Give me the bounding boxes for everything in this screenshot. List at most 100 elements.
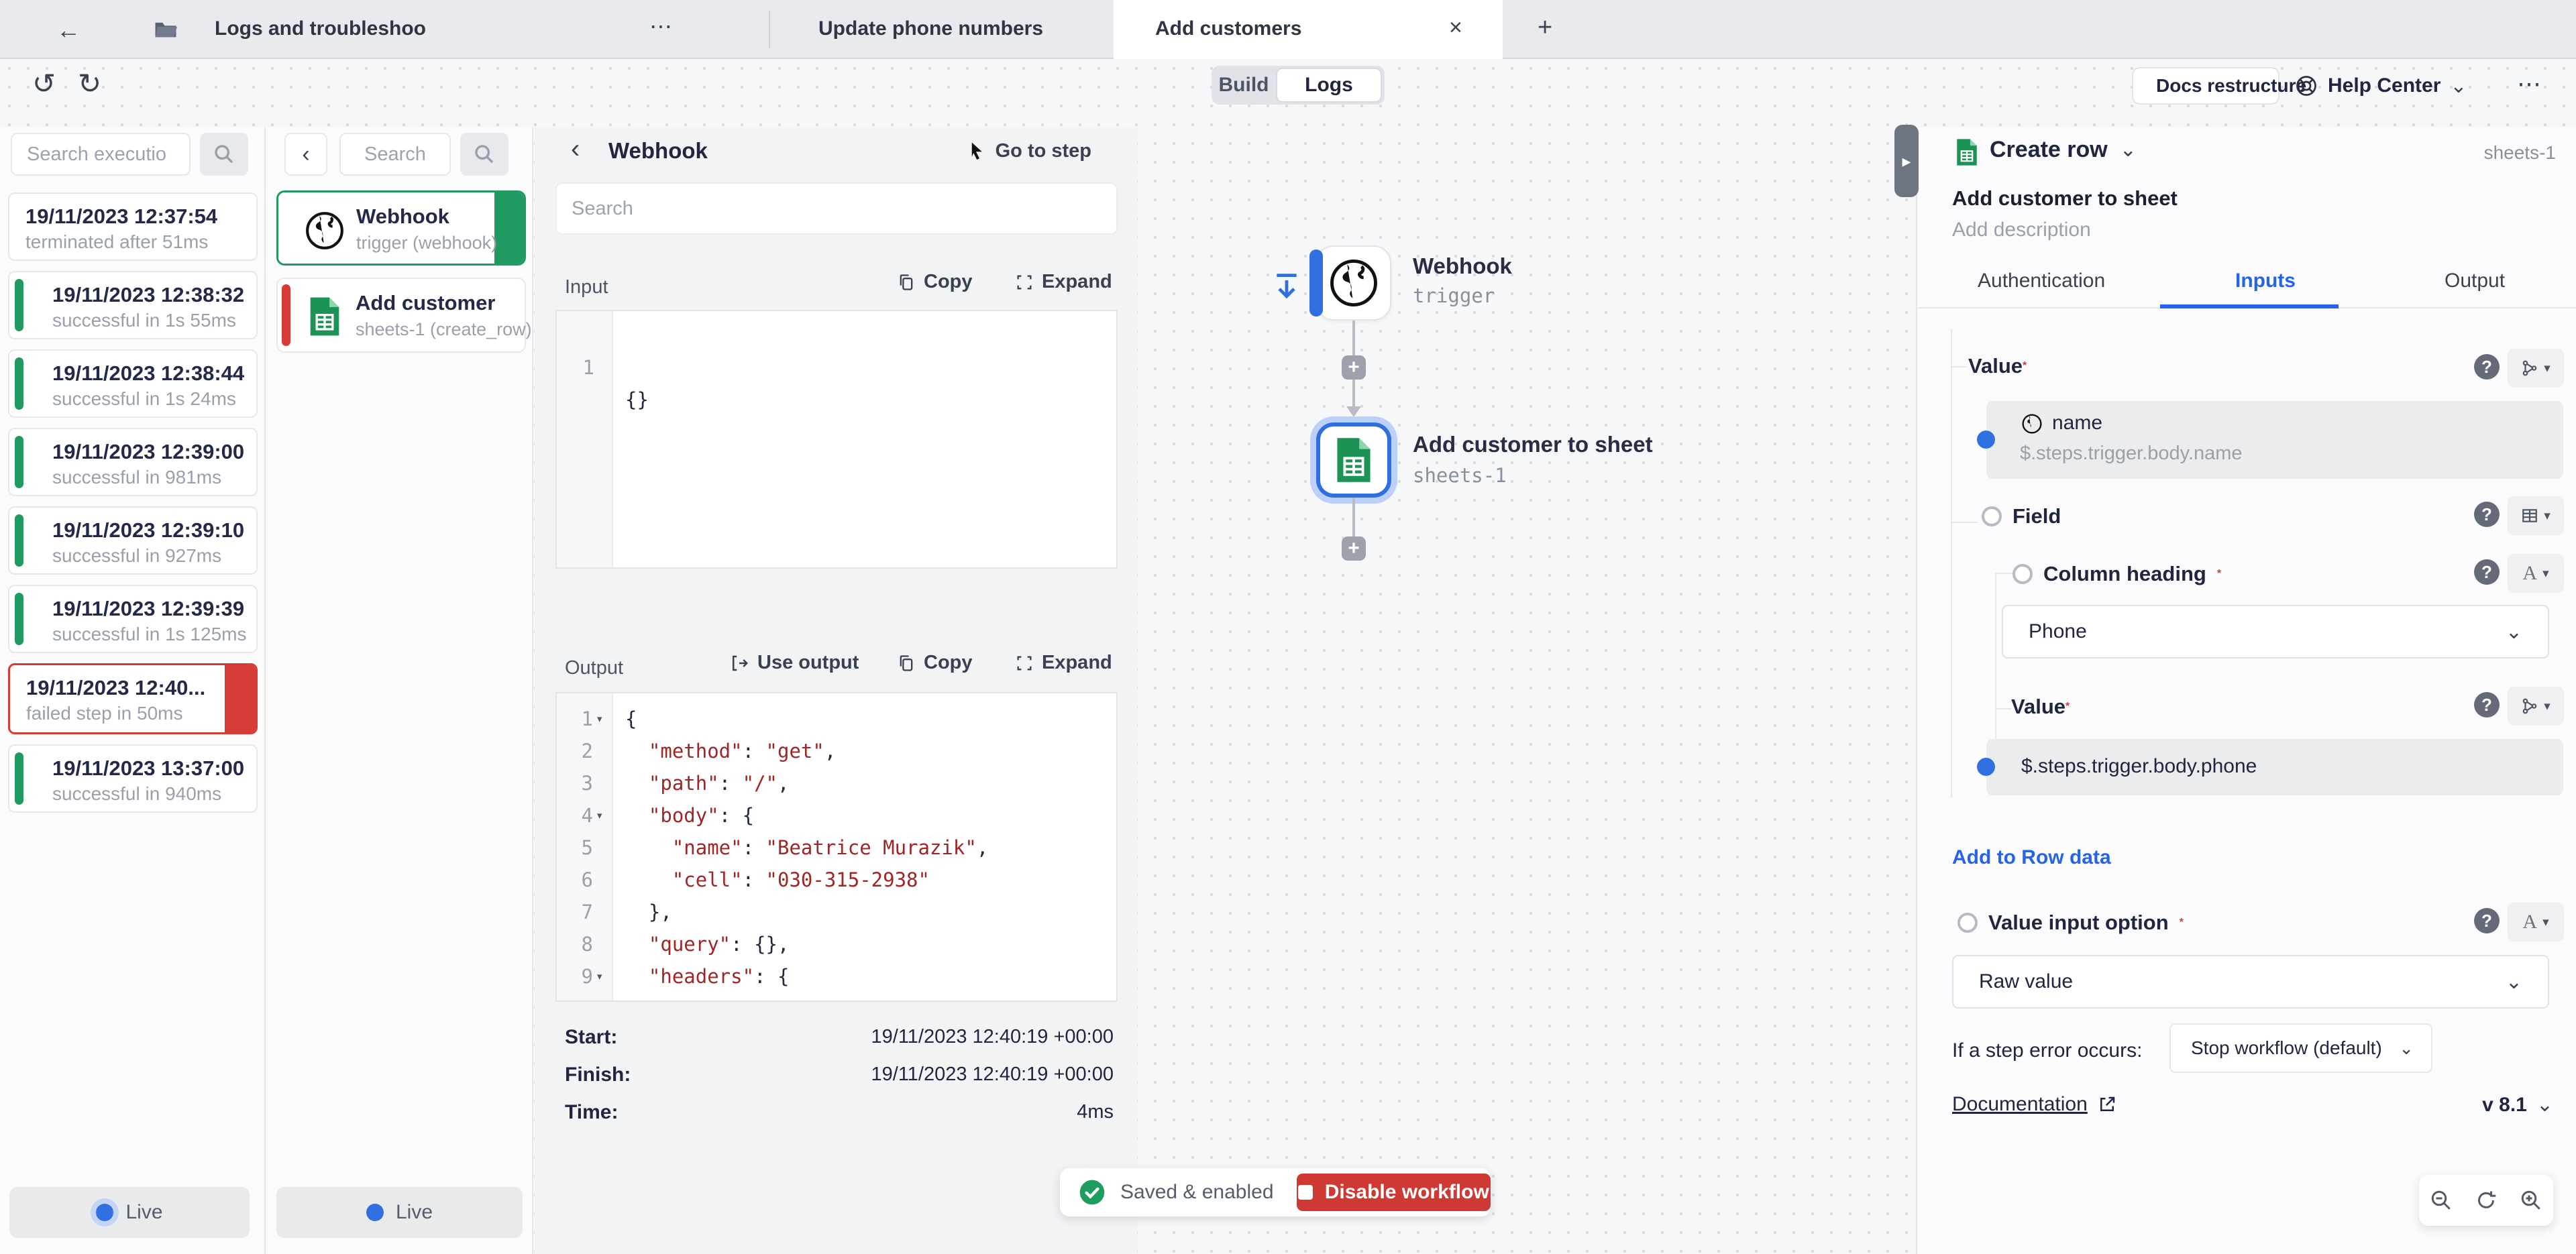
success-bar: [15, 279, 23, 331]
execution-row[interactable]: 19/11/2023 12:38:44 successful in 1s 24m…: [8, 349, 258, 418]
execution-status: failed step in 50ms: [26, 703, 182, 724]
docs-restructure-button[interactable]: Docs restructure: [2132, 67, 2279, 105]
execution-row[interactable]: 19/11/2023 12:39:10 successful in 927ms: [8, 506, 258, 575]
step-title: Webhook: [356, 205, 449, 229]
saved-status-label: Saved & enabled: [1120, 1181, 1274, 1204]
tab-output[interactable]: Output: [2445, 270, 2505, 292]
new-tab-icon[interactable]: +: [1538, 13, 1552, 42]
collapse-panel-handle[interactable]: ▸: [1894, 125, 1919, 197]
help-icon[interactable]: ?: [2474, 692, 2500, 718]
add-step-button[interactable]: +: [1342, 355, 1366, 380]
detail-back-icon[interactable]: ‹: [571, 134, 580, 164]
line-number: 1: [557, 703, 593, 735]
radio-icon[interactable]: [1982, 506, 2002, 526]
toggle-logs[interactable]: Logs: [1276, 68, 1382, 103]
search-steps-input[interactable]: [339, 133, 451, 176]
failed-bar: [282, 284, 290, 346]
detail-search-input[interactable]: [555, 182, 1118, 235]
execution-row[interactable]: 19/11/2023 12:37:54 terminated after 51m…: [8, 192, 258, 261]
help-center-button[interactable]: Help Center ⌄: [2294, 67, 2467, 105]
output-code-editor[interactable]: 1▾{ 2 "method": "get", 3 "path": "/", 4▾…: [555, 692, 1118, 1002]
execution-row[interactable]: 19/11/2023 12:38:32 successful in 1s 55m…: [8, 271, 258, 339]
action-selector[interactable]: Create row ⌄: [1990, 137, 2137, 163]
zoom-in-icon[interactable]: [2519, 1188, 2543, 1212]
toggle-build[interactable]: Build: [1212, 74, 1276, 97]
caret-down-icon: ▾: [2544, 508, 2551, 524]
execution-row[interactable]: 19/11/2023 13:37:00 successful in 940ms: [8, 744, 258, 813]
execution-row[interactable]: 19/11/2023 12:39:00 successful in 981ms: [8, 428, 258, 496]
step-item-add-customer[interactable]: Add customer to ... sheets-1 (create_row…: [276, 278, 526, 353]
collapse-caret-icon[interactable]: ▾: [596, 799, 612, 832]
tab-add-customers[interactable]: Add customers ×: [1114, 0, 1503, 59]
browser-back-icon[interactable]: ←: [56, 16, 80, 44]
build-logs-toggle: Build Logs: [1212, 66, 1385, 105]
copy-icon: [897, 653, 916, 673]
version-selector[interactable]: v 8.1 ⌄: [2482, 1093, 2553, 1117]
search-steps-button[interactable]: [460, 133, 508, 176]
tab-inputs[interactable]: Inputs: [2235, 270, 2296, 292]
field-mode-dropdown[interactable]: ▾: [2508, 496, 2564, 535]
steps-live-toggle[interactable]: Live: [276, 1187, 523, 1238]
undo-icon[interactable]: ↺: [32, 67, 56, 100]
value-input-option-select[interactable]: Raw value ⌄: [1952, 955, 2549, 1009]
input-copy-button[interactable]: Copy: [897, 271, 973, 293]
execution-row[interactable]: 19/11/2023 12:39:39 successful in 1s 125…: [8, 585, 258, 653]
use-output-icon: [729, 653, 749, 673]
error-behavior-select[interactable]: Stop workflow (default) ⌄: [2169, 1023, 2432, 1073]
execution-date: 19/11/2023 13:37:00: [52, 756, 244, 781]
redo-icon[interactable]: ↻: [78, 67, 101, 100]
zoom-out-icon[interactable]: [2429, 1188, 2453, 1212]
collapse-caret-icon[interactable]: ▾: [596, 960, 612, 992]
value2-mode-dropdown[interactable]: ▾: [2508, 687, 2564, 726]
step-name[interactable]: Add customer to sheet: [1952, 186, 2178, 211]
help-icon[interactable]: ?: [2474, 559, 2500, 585]
canvas-node-webhook[interactable]: [1316, 245, 1391, 321]
input-expand-button[interactable]: Expand: [1015, 271, 1112, 293]
help-icon[interactable]: ?: [2474, 354, 2500, 380]
question-glyph: ?: [2481, 562, 2492, 583]
tab-logs-and-troubleshooting[interactable]: Logs and troubleshoo: [215, 17, 426, 40]
help-icon[interactable]: ?: [2474, 502, 2500, 527]
reset-zoom-icon[interactable]: [2474, 1188, 2498, 1212]
globe-icon: [1328, 257, 1380, 309]
line-number: 4: [557, 799, 593, 832]
add-step-button[interactable]: +: [1342, 536, 1366, 561]
tab-update-phone-numbers[interactable]: Update phone numbers: [818, 17, 1043, 40]
value1-field[interactable]: name $.steps.trigger.body.name: [1986, 401, 2563, 479]
search-executions-button[interactable]: [200, 133, 248, 176]
column-heading-mode-dropdown[interactable]: A ▾: [2508, 554, 2564, 593]
search-icon: [213, 143, 235, 166]
execution-status: successful in 981ms: [52, 467, 221, 488]
radio-icon[interactable]: [2012, 564, 2033, 584]
mapped-value-dot: [1977, 758, 1995, 776]
value-input-option-mode-dropdown[interactable]: A ▾: [2508, 903, 2564, 942]
pull-trigger-icon[interactable]: [1272, 271, 1301, 304]
tab-menu-icon[interactable]: ⋯: [649, 13, 672, 40]
search-executions-input[interactable]: [11, 133, 191, 176]
disable-workflow-button[interactable]: Disable workflow: [1297, 1174, 1491, 1211]
step-item-webhook-selected[interactable]: Webhook trigger (webhook): [276, 190, 526, 266]
required-asterisk: *: [2023, 360, 2027, 372]
value2-field[interactable]: $.steps.trigger.body.phone: [1986, 739, 2563, 795]
output-copy-button[interactable]: Copy: [897, 652, 973, 674]
help-icon[interactable]: ?: [2474, 908, 2500, 933]
canvas-node-add-customer-selected[interactable]: [1316, 422, 1391, 498]
documentation-link[interactable]: Documentation: [1952, 1093, 2117, 1116]
output-expand-button[interactable]: Expand: [1015, 652, 1112, 674]
input-code-editor[interactable]: 1 {}: [555, 310, 1118, 569]
column-heading-select[interactable]: Phone ⌄: [2002, 605, 2549, 659]
value1-mode-dropdown[interactable]: ▾: [2508, 349, 2564, 388]
execution-row-failed-selected[interactable]: 19/11/2023 12:40... failed step in 50ms: [8, 663, 258, 734]
collapse-caret-icon[interactable]: ▾: [596, 703, 612, 735]
more-options-icon[interactable]: ⋯: [2517, 70, 2541, 98]
tab-close-icon[interactable]: ×: [1449, 15, 1462, 41]
executions-live-toggle[interactable]: Live: [9, 1187, 250, 1238]
build-label: Build: [1219, 74, 1269, 97]
tab-authentication[interactable]: Authentication: [1978, 270, 2105, 292]
go-to-step-button[interactable]: Go to step: [966, 139, 1091, 162]
radio-icon[interactable]: [1957, 913, 1978, 933]
use-output-button[interactable]: Use output: [729, 652, 859, 674]
step-description-placeholder[interactable]: Add description: [1952, 219, 2091, 241]
add-to-row-data-link[interactable]: Add to Row data: [1952, 846, 2111, 869]
collapse-steps-button[interactable]: ‹: [284, 133, 327, 176]
